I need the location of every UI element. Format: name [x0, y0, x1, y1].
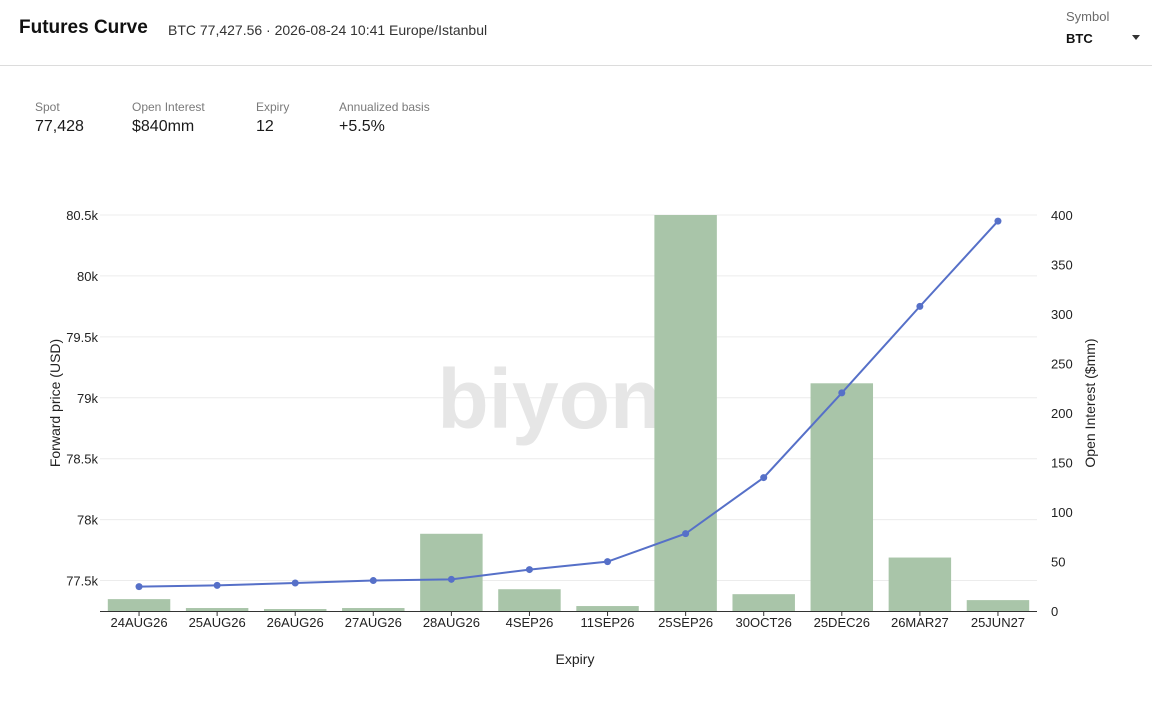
bar — [263, 609, 327, 611]
stat-label: Spot — [35, 100, 60, 114]
stat-value: 12 — [256, 118, 274, 135]
bar — [420, 533, 483, 611]
y-left-tick-label: 77.5k — [66, 574, 98, 589]
y-right-tick-label: 100 — [1051, 505, 1073, 520]
bar — [185, 608, 249, 611]
stat-value: 77,428 — [35, 118, 84, 135]
x-tick-label: 27AUG26 — [345, 615, 402, 630]
page-subtitle: BTC 77,427.56 · 2026-08-24 10:41 Europe/… — [168, 22, 488, 38]
x-tick-label: 26AUG26 — [267, 615, 324, 630]
symbol-select[interactable]: Symbol BTC — [1064, 9, 1140, 49]
header: Futures Curve BTC 77,427.56 · 2026-08-24… — [0, 0, 1152, 66]
x-tick-label: 28AUG26 — [423, 615, 480, 630]
forward-price-point — [369, 577, 377, 585]
bar — [576, 606, 639, 611]
stat-annualized-basis: Annualized basis +5.5% — [339, 100, 430, 136]
forward-price-point — [291, 579, 299, 587]
forward-price-point — [213, 581, 221, 589]
y-left-tick-label: 80.5k — [66, 208, 98, 223]
y-right-tick-label: 400 — [1051, 208, 1073, 223]
y-left-tick-label: 79k — [77, 391, 98, 406]
x-tick-label: 4SEP26 — [506, 615, 554, 630]
y-right-tick-label: 0 — [1051, 604, 1058, 619]
symbol-value: BTC — [1066, 31, 1093, 46]
bar — [498, 589, 561, 611]
forward-price-point — [760, 474, 768, 482]
bar — [732, 594, 795, 611]
y-left-tick-label: 79.5k — [66, 330, 98, 345]
y-left-tick-label: 78k — [77, 513, 98, 528]
y-right-tick-label: 350 — [1051, 258, 1073, 273]
forward-price-point — [994, 217, 1002, 225]
x-tick-label: 25DEC26 — [814, 615, 870, 630]
x-tick-label: 25JUN27 — [971, 615, 1025, 630]
chevron-down-icon[interactable] — [1132, 35, 1140, 40]
forward-price-point — [838, 389, 846, 397]
forward-price-point — [525, 566, 533, 574]
x-tick-label: 26MAR27 — [891, 615, 949, 630]
y-right-tick-label: 300 — [1051, 307, 1073, 322]
y-right-tick-label: 150 — [1051, 456, 1073, 471]
y-right-tick-label: 250 — [1051, 357, 1073, 372]
forward-price-point — [447, 575, 455, 583]
bar — [888, 557, 952, 611]
bar — [107, 599, 171, 611]
symbol-label: Symbol — [1066, 9, 1110, 24]
page-title: Futures Curve — [19, 17, 148, 38]
bar — [342, 608, 405, 611]
stat-spot: Spot 77,428 — [35, 100, 84, 136]
x-tick-label: 11SEP26 — [581, 615, 635, 630]
forward-price-point — [916, 302, 924, 310]
y-right-tick-label: 200 — [1051, 406, 1073, 421]
x-tick-label: 24AUG26 — [110, 615, 167, 630]
y-left-tick-label: 78.5k — [66, 452, 98, 467]
futures-curve-chart: 77.5k 78k 78.5k 79k 79.5k 80k 80.5k 0 50 100 150 20… — [47, 208, 1098, 667]
stat-label: Annualized basis — [339, 100, 430, 114]
forward-price-point — [682, 530, 690, 538]
x-axis-title: Expiry — [556, 651, 595, 667]
bar — [654, 215, 717, 611]
stat-value: +5.5% — [339, 118, 385, 135]
stat-label: Open Interest — [132, 100, 205, 114]
stat-expiry: Expiry 12 — [256, 100, 289, 136]
x-tick-label: 25AUG26 — [189, 615, 246, 630]
forward-price-point — [604, 558, 612, 566]
y-left-axis-title: Forward price (USD) — [47, 339, 63, 467]
x-tick-label: 30OCT26 — [736, 615, 792, 630]
stat-open-interest: Open Interest $840mm — [132, 100, 205, 136]
stat-label: Expiry — [256, 100, 290, 114]
y-left-tick-label: 80k — [77, 269, 98, 284]
stat-value: $840mm — [132, 118, 195, 135]
x-tick-label: 25SEP26 — [658, 615, 713, 630]
y-right-axis-title: Open Interest ($mm) — [1082, 338, 1098, 467]
forward-price-point — [135, 583, 143, 591]
bar — [966, 600, 1030, 611]
y-right-tick-label: 50 — [1051, 555, 1065, 570]
